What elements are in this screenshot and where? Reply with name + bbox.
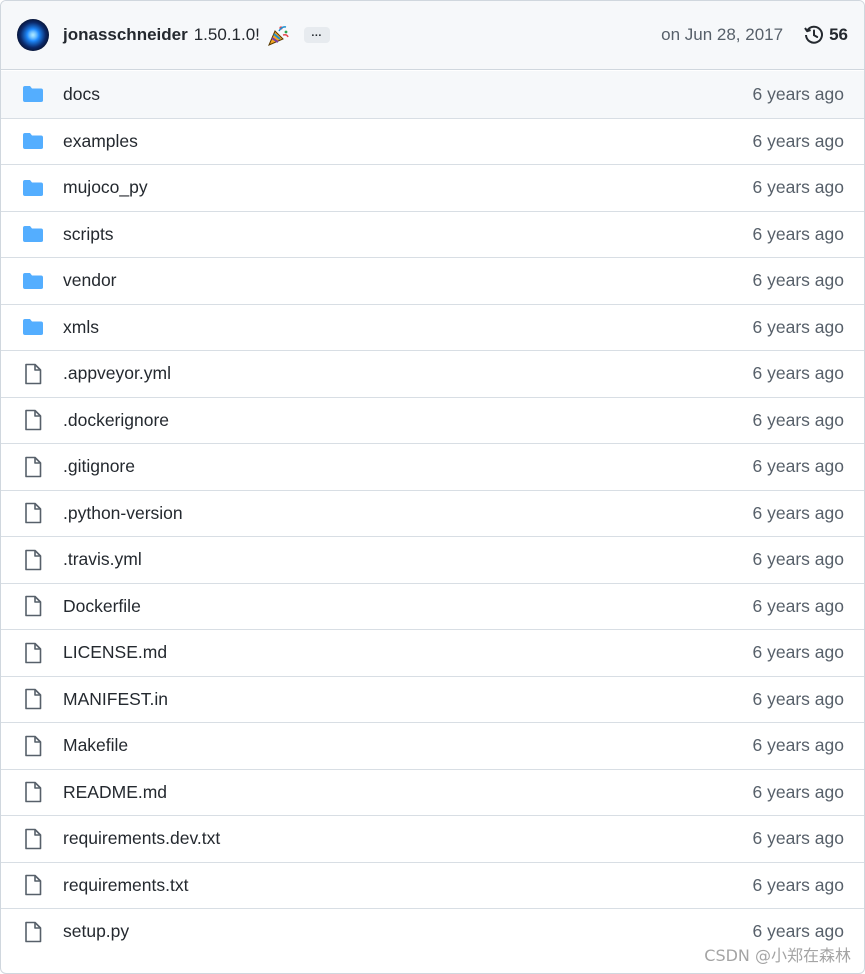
file-row[interactable]: setup.py 6 years ago <box>1 908 864 955</box>
file-name-link[interactable]: .python-version <box>63 503 183 524</box>
file-name-link[interactable]: scripts <box>63 224 114 245</box>
folder-row[interactable]: mujoco_py 6 years ago <box>1 164 864 211</box>
last-modified-age[interactable]: 6 years ago <box>753 503 844 524</box>
last-modified-age[interactable]: 6 years ago <box>753 410 844 431</box>
author-avatar[interactable] <box>17 19 49 51</box>
file-row[interactable]: Dockerfile 6 years ago <box>1 582 864 630</box>
file-row[interactable]: Makefile 6 years ago <box>1 722 864 769</box>
file-icon <box>21 501 45 525</box>
folder-icon <box>21 222 45 246</box>
file-name-link[interactable]: xmls <box>63 317 99 338</box>
file-name-link[interactable]: .travis.yml <box>63 549 142 570</box>
file-name-link[interactable]: docs <box>63 84 100 105</box>
folder-row[interactable]: scripts 6 years ago <box>1 210 864 258</box>
file-name-link[interactable]: vendor <box>63 270 117 291</box>
last-modified-age[interactable]: 6 years ago <box>753 177 844 198</box>
file-name-link[interactable]: .dockerignore <box>63 410 169 431</box>
file-row[interactable]: README.md 6 years ago <box>1 768 864 816</box>
folder-row[interactable]: docs 6 years ago <box>1 71 864 118</box>
file-icon <box>21 362 45 386</box>
folder-icon <box>21 82 45 106</box>
file-icon <box>21 548 45 572</box>
folder-icon <box>21 129 45 153</box>
file-name-link[interactable]: Makefile <box>63 735 128 756</box>
commit-count[interactable]: 56 <box>829 25 848 45</box>
file-icon <box>21 827 45 851</box>
folder-row[interactable]: examples 6 years ago <box>1 117 864 165</box>
file-name-link[interactable]: LICENSE.md <box>63 642 167 663</box>
latest-commit-header: jonasschneider 1.50.1.0! … on Jun 28, 20… <box>1 1 864 70</box>
folder-row[interactable]: xmls 6 years ago <box>1 303 864 351</box>
last-modified-age[interactable]: 6 years ago <box>753 875 844 896</box>
folder-icon <box>21 176 45 200</box>
file-row[interactable]: .python-version 6 years ago <box>1 489 864 537</box>
last-modified-age[interactable]: 6 years ago <box>753 735 844 756</box>
file-name-link[interactable]: Dockerfile <box>63 596 141 617</box>
file-icon <box>21 455 45 479</box>
folder-icon <box>21 269 45 293</box>
file-row[interactable]: .dockerignore 6 years ago <box>1 396 864 444</box>
last-modified-age[interactable]: 6 years ago <box>753 921 844 942</box>
file-icon <box>21 408 45 432</box>
file-name-link[interactable]: mujoco_py <box>63 177 148 198</box>
last-modified-age[interactable]: 6 years ago <box>753 642 844 663</box>
file-list: docs 6 years ago examples 6 years ago mujoco… <box>1 71 864 955</box>
file-row[interactable]: requirements.dev.txt 6 years ago <box>1 815 864 862</box>
file-icon <box>21 780 45 804</box>
last-modified-age[interactable]: 6 years ago <box>753 84 844 105</box>
history-icon[interactable] <box>803 24 825 46</box>
file-name-link[interactable]: .appveyor.yml <box>63 363 171 384</box>
file-name-link[interactable]: README.md <box>63 782 167 803</box>
file-icon <box>21 920 45 944</box>
last-modified-age[interactable]: 6 years ago <box>753 689 844 710</box>
party-popper-icon <box>266 23 290 47</box>
expand-commit-button[interactable]: … <box>303 27 330 43</box>
last-modified-age[interactable]: 6 years ago <box>753 456 844 477</box>
last-modified-age[interactable]: 6 years ago <box>753 549 844 570</box>
commit-date[interactable]: on Jun 28, 2017 <box>661 25 783 45</box>
last-modified-age[interactable]: 6 years ago <box>753 828 844 849</box>
file-icon <box>21 687 45 711</box>
file-icon <box>21 734 45 758</box>
last-modified-age[interactable]: 6 years ago <box>753 363 844 384</box>
last-modified-age[interactable]: 6 years ago <box>753 596 844 617</box>
last-modified-age[interactable]: 6 years ago <box>753 224 844 245</box>
file-name-link[interactable]: requirements.dev.txt <box>63 828 220 849</box>
file-name-link[interactable]: examples <box>63 131 138 152</box>
file-icon <box>21 594 45 618</box>
commit-message[interactable]: 1.50.1.0! <box>194 25 260 45</box>
file-row[interactable]: MANIFEST.in 6 years ago <box>1 675 864 723</box>
file-name-link[interactable]: setup.py <box>63 921 129 942</box>
last-modified-age[interactable]: 6 years ago <box>753 317 844 338</box>
folder-icon <box>21 315 45 339</box>
folder-row[interactable]: vendor 6 years ago <box>1 257 864 304</box>
file-name-link[interactable]: requirements.txt <box>63 875 188 896</box>
file-icon <box>21 641 45 665</box>
file-icon <box>21 873 45 897</box>
last-modified-age[interactable]: 6 years ago <box>753 131 844 152</box>
last-modified-age[interactable]: 6 years ago <box>753 782 844 803</box>
file-name-link[interactable]: .gitignore <box>63 456 135 477</box>
last-modified-age[interactable]: 6 years ago <box>753 270 844 291</box>
file-row[interactable]: requirements.txt 6 years ago <box>1 861 864 909</box>
file-row[interactable]: .gitignore 6 years ago <box>1 443 864 490</box>
file-row[interactable]: LICENSE.md 6 years ago <box>1 629 864 676</box>
commit-author[interactable]: jonasschneider <box>63 25 188 45</box>
file-row[interactable]: .travis.yml 6 years ago <box>1 536 864 583</box>
file-browser: jonasschneider 1.50.1.0! … on Jun 28, 20… <box>0 0 865 974</box>
file-row[interactable]: .appveyor.yml 6 years ago <box>1 350 864 397</box>
file-name-link[interactable]: MANIFEST.in <box>63 689 168 710</box>
